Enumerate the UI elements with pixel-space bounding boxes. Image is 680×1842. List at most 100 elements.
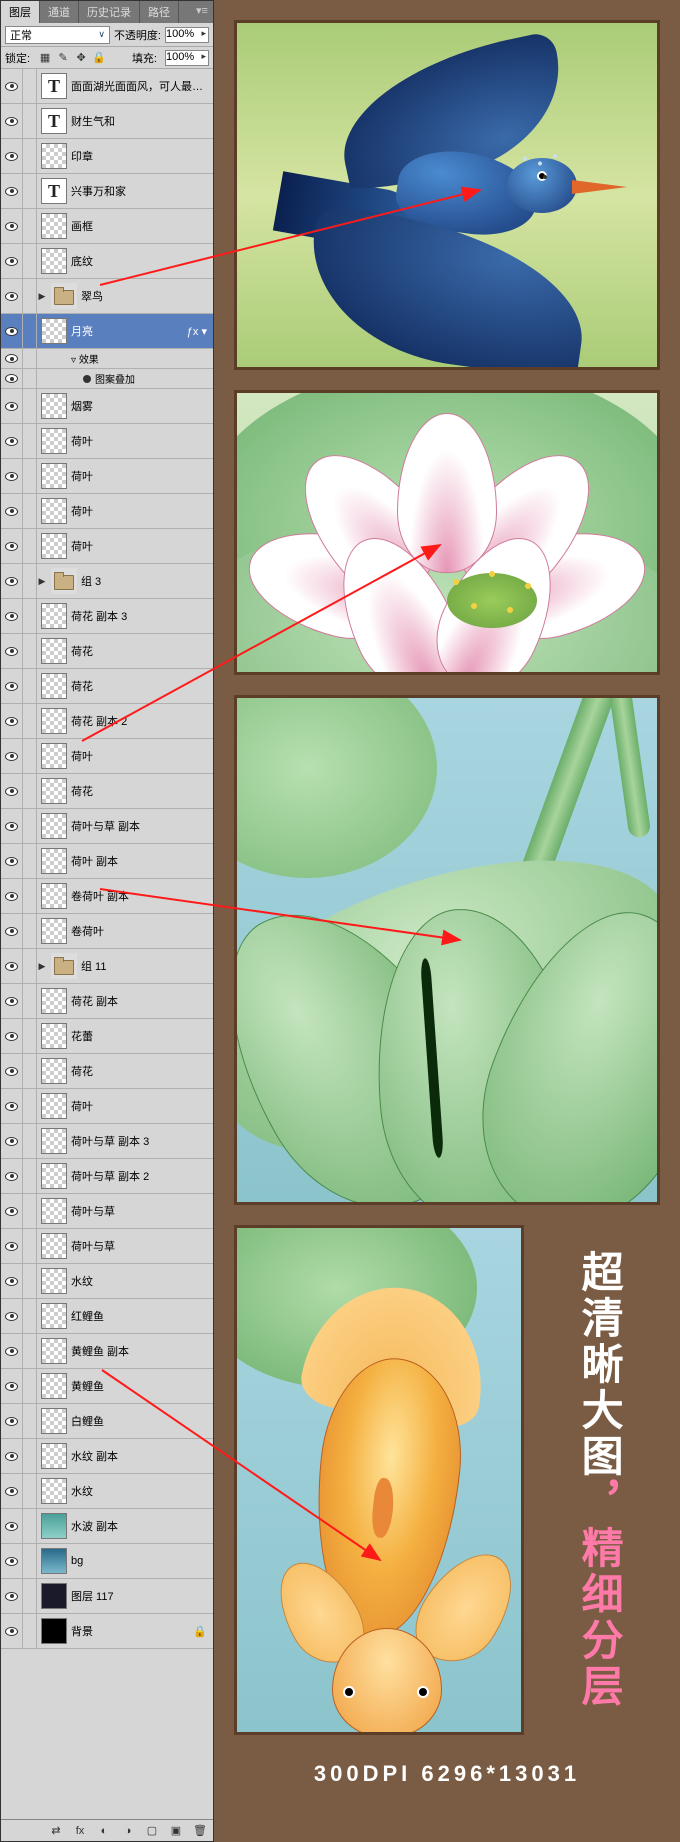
lock-pixels-icon[interactable]: ✎	[56, 51, 70, 64]
layer-thumbnail[interactable]: T	[41, 73, 67, 99]
link-layers-icon[interactable]: ⇄	[49, 1824, 63, 1837]
layer-row[interactable]: ▶组 3	[1, 564, 213, 599]
visibility-toggle[interactable]	[1, 1334, 23, 1368]
visibility-toggle[interactable]	[1, 529, 23, 563]
visibility-toggle[interactable]	[1, 1229, 23, 1263]
layer-row[interactable]: 水波 副本	[1, 1509, 213, 1544]
layer-row[interactable]: 荷叶与草	[1, 1229, 213, 1264]
layer-row[interactable]: 印章	[1, 139, 213, 174]
layer-thumbnail[interactable]	[41, 673, 67, 699]
group-toggle-icon[interactable]: ▶	[37, 576, 47, 587]
layer-thumbnail[interactable]	[41, 463, 67, 489]
layer-thumbnail[interactable]	[41, 533, 67, 559]
layer-name[interactable]: 荷叶	[71, 748, 93, 764]
layer-thumbnail[interactable]	[41, 1093, 67, 1119]
layer-name[interactable]: 荷花	[71, 643, 93, 659]
fx-icon[interactable]: fx	[73, 1825, 87, 1837]
layer-name[interactable]: 兴事万和家	[71, 183, 126, 199]
layer-thumbnail[interactable]	[41, 1443, 67, 1469]
layer-thumbnail[interactable]	[51, 283, 77, 309]
blend-mode-select[interactable]: 正常 ∨	[5, 26, 110, 44]
layer-row[interactable]: 荷花	[1, 634, 213, 669]
layer-row[interactable]: 荷花	[1, 774, 213, 809]
layer-row[interactable]: 底纹	[1, 244, 213, 279]
visibility-toggle[interactable]	[1, 1019, 23, 1053]
layer-row[interactable]: 红鲤鱼	[1, 1299, 213, 1334]
visibility-toggle[interactable]	[1, 599, 23, 633]
layer-row[interactable]: 荷叶与草 副本 2	[1, 1159, 213, 1194]
trash-icon[interactable]: 🗑	[193, 1824, 207, 1837]
layer-row[interactable]: 图层 117	[1, 1579, 213, 1614]
layer-row[interactable]: 黄鲤鱼	[1, 1369, 213, 1404]
visibility-toggle[interactable]	[1, 1089, 23, 1123]
layer-row[interactable]: 荷叶	[1, 739, 213, 774]
layer-row[interactable]: 水纹 副本	[1, 1439, 213, 1474]
layer-thumbnail[interactable]	[41, 1058, 67, 1084]
visibility-toggle[interactable]	[1, 914, 23, 948]
layer-thumbnail[interactable]	[41, 638, 67, 664]
visibility-toggle[interactable]	[1, 1264, 23, 1298]
visibility-toggle[interactable]	[1, 809, 23, 843]
visibility-toggle[interactable]	[1, 349, 23, 368]
tab-channels[interactable]: 通道	[40, 1, 79, 23]
visibility-toggle[interactable]	[1, 984, 23, 1018]
layer-thumbnail[interactable]	[41, 248, 67, 274]
layer-row[interactable]: 荷花 副本 3	[1, 599, 213, 634]
layer-thumbnail[interactable]	[41, 393, 67, 419]
visibility-toggle[interactable]	[1, 844, 23, 878]
layer-name[interactable]: 图层 117	[71, 1588, 114, 1604]
visibility-toggle[interactable]	[1, 69, 23, 103]
layer-name[interactable]: 荷花	[71, 1063, 93, 1079]
layer-thumbnail[interactable]	[41, 428, 67, 454]
layer-thumbnail[interactable]	[41, 848, 67, 874]
visibility-toggle[interactable]	[1, 1124, 23, 1158]
layer-row[interactable]: 月亮ƒx ▾	[1, 314, 213, 349]
layer-name[interactable]: 黄鲤鱼	[71, 1378, 104, 1394]
tab-history[interactable]: 历史记录	[79, 1, 140, 23]
layer-row[interactable]: T面面湖光面面风，可人最…	[1, 69, 213, 104]
layer-name[interactable]: 荷叶	[71, 1098, 93, 1114]
visibility-toggle[interactable]	[1, 634, 23, 668]
effect-item-row[interactable]: 图案叠加	[1, 369, 213, 389]
tab-paths[interactable]: 路径	[140, 1, 179, 23]
visibility-toggle[interactable]	[1, 1474, 23, 1508]
layer-thumbnail[interactable]	[41, 1513, 67, 1539]
layer-thumbnail[interactable]	[41, 1198, 67, 1224]
layer-thumbnail[interactable]	[41, 918, 67, 944]
layer-thumbnail[interactable]	[41, 813, 67, 839]
layer-name[interactable]: 月亮	[71, 323, 93, 339]
layer-thumbnail[interactable]	[41, 988, 67, 1014]
layer-name[interactable]: 荷花 副本	[71, 993, 118, 1009]
visibility-toggle[interactable]	[1, 174, 23, 208]
layer-name[interactable]: 荷叶与草	[71, 1203, 115, 1219]
opacity-input[interactable]: 100%	[165, 27, 209, 43]
layer-thumbnail[interactable]: T	[41, 108, 67, 134]
layer-row[interactable]: 花蕾	[1, 1019, 213, 1054]
visibility-toggle[interactable]	[1, 774, 23, 808]
visibility-toggle[interactable]	[1, 314, 23, 348]
layer-row[interactable]: bg	[1, 1544, 213, 1579]
layer-row[interactable]: ▶组 11	[1, 949, 213, 984]
group-toggle-icon[interactable]: ▶	[37, 961, 47, 972]
layer-thumbnail[interactable]	[41, 1618, 67, 1644]
layer-name[interactable]: 印章	[71, 148, 93, 164]
visibility-toggle[interactable]	[1, 1194, 23, 1228]
layer-thumbnail[interactable]	[41, 1338, 67, 1364]
layer-row[interactable]: 荷花	[1, 669, 213, 704]
layer-row[interactable]: ▶翠鸟	[1, 279, 213, 314]
layer-name[interactable]: 底纹	[71, 253, 93, 269]
layer-thumbnail[interactable]	[41, 1548, 67, 1574]
layer-name[interactable]: 荷叶 副本	[71, 853, 118, 869]
layer-thumbnail[interactable]	[41, 318, 67, 344]
layer-name[interactable]: 财生气和	[71, 113, 115, 129]
layer-row[interactable]: 荷叶	[1, 459, 213, 494]
layer-row[interactable]: 白鲤鱼	[1, 1404, 213, 1439]
layer-name[interactable]: 面面湖光面面风，可人最…	[71, 78, 203, 94]
layer-name[interactable]: 烟雾	[71, 398, 93, 414]
layer-name[interactable]: 水波 副本	[71, 1518, 118, 1534]
layer-thumbnail[interactable]	[41, 1268, 67, 1294]
new-group-icon[interactable]: ▢	[145, 1824, 159, 1837]
layer-name[interactable]: 水纹	[71, 1273, 93, 1289]
visibility-toggle[interactable]	[1, 279, 23, 313]
layer-row[interactable]: 烟雾	[1, 389, 213, 424]
